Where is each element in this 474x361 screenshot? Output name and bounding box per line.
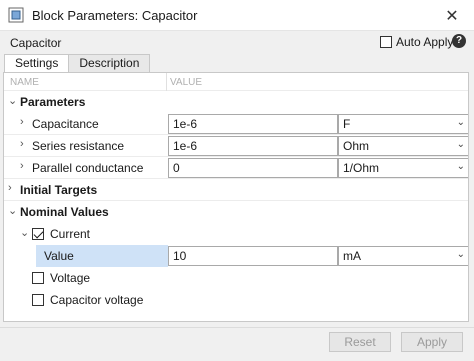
help-icon[interactable]: ? <box>452 34 466 48</box>
value-column-header: VALUE <box>170 77 203 88</box>
apply-button[interactable]: Apply <box>401 332 463 352</box>
auto-apply-label: Auto Apply <box>396 35 454 49</box>
tab-strip: Settings Description <box>4 54 151 72</box>
chevron-right-icon[interactable]: › <box>20 138 24 150</box>
dropdown-arrow-icon: ⌄ <box>456 117 465 128</box>
simulink-block-icon <box>8 7 24 23</box>
section-label: Parameters <box>20 95 86 109</box>
parameter-label: Capacitance <box>32 117 99 131</box>
selected-unit: Ohm <box>343 139 370 153</box>
chevron-right-icon[interactable]: › <box>8 182 12 194</box>
auto-apply-toggle[interactable]: Auto Apply <box>380 35 453 49</box>
chevron-down-icon[interactable]: ⌄ <box>8 204 17 217</box>
tab-description[interactable]: Description <box>68 54 151 72</box>
auto-apply-checkbox[interactable] <box>380 36 392 48</box>
selected-unit: F <box>343 117 351 131</box>
selected-unit: mA <box>343 249 361 263</box>
close-icon: ✕ <box>445 7 459 25</box>
section-label: Initial Targets <box>20 183 98 197</box>
parameter-row-series-resistance: › Series resistance 1e-6 Ohm ⌄ <box>4 135 468 157</box>
name-column-header: NAME <box>10 77 39 88</box>
nominal-row-current-value: Value 10 mA ⌄ <box>4 245 468 267</box>
selected-unit: 1/Ohm <box>343 161 380 175</box>
nominal-label: Voltage <box>50 271 91 285</box>
chevron-right-icon[interactable]: › <box>20 116 24 128</box>
parameter-panel: NAME VALUE ⌄ Parameters › Capacitance 1e… <box>3 72 469 322</box>
parallel-conductance-unit-select[interactable]: 1/Ohm ⌄ <box>338 158 468 178</box>
parameter-row-parallel-conductance: › Parallel conductance 0 1/Ohm ⌄ <box>4 157 468 179</box>
current-value-input[interactable]: 10 <box>168 246 338 266</box>
dropdown-arrow-icon: ⌄ <box>456 161 465 172</box>
current-unit-select[interactable]: mA ⌄ <box>338 246 468 266</box>
parameter-row-capacitance: › Capacitance 1e-6 F ⌄ <box>4 113 468 135</box>
parameter-label: Parallel conductance <box>32 161 144 175</box>
block-name-label: Capacitor <box>10 36 62 50</box>
capacitance-unit-select[interactable]: F ⌄ <box>338 114 468 134</box>
nominal-row-capacitor-voltage: Capacitor voltage <box>4 289 468 311</box>
capacitance-value-input[interactable]: 1e-6 <box>168 114 338 134</box>
column-header: NAME VALUE <box>4 73 468 91</box>
nominal-row-current: ⌄ Current <box>4 223 468 245</box>
series-resistance-unit-select[interactable]: Ohm ⌄ <box>338 136 468 156</box>
dropdown-arrow-icon: ⌄ <box>456 139 465 150</box>
dropdown-arrow-icon: ⌄ <box>456 249 465 260</box>
parallel-conductance-value-input[interactable]: 0 <box>168 158 338 178</box>
section-parameters[interactable]: ⌄ Parameters <box>4 91 468 113</box>
parameter-label: Series resistance <box>32 139 125 153</box>
chevron-right-icon[interactable]: › <box>20 160 24 172</box>
chevron-down-icon[interactable]: ⌄ <box>20 226 29 239</box>
section-nominal-values[interactable]: ⌄ Nominal Values <box>4 201 468 223</box>
nominal-label: Capacitor voltage <box>50 293 144 307</box>
value-label: Value <box>44 249 74 263</box>
series-resistance-value-input[interactable]: 1e-6 <box>168 136 338 156</box>
window-title: Block Parameters: Capacitor <box>32 8 198 23</box>
close-button[interactable]: ✕ <box>430 0 474 31</box>
section-initial-targets[interactable]: › Initial Targets <box>4 179 468 201</box>
current-checkbox[interactable] <box>32 228 44 240</box>
title-bar: Block Parameters: Capacitor ✕ <box>0 0 474 31</box>
voltage-checkbox[interactable] <box>32 272 44 284</box>
column-divider <box>166 73 167 91</box>
tab-settings[interactable]: Settings <box>4 54 70 72</box>
nominal-row-voltage: Voltage <box>4 267 468 289</box>
capacitor-voltage-checkbox[interactable] <box>32 294 44 306</box>
section-label: Nominal Values <box>20 205 109 219</box>
chevron-down-icon[interactable]: ⌄ <box>8 94 17 107</box>
nominal-label: Current <box>50 227 91 241</box>
reset-button[interactable]: Reset <box>329 332 391 352</box>
